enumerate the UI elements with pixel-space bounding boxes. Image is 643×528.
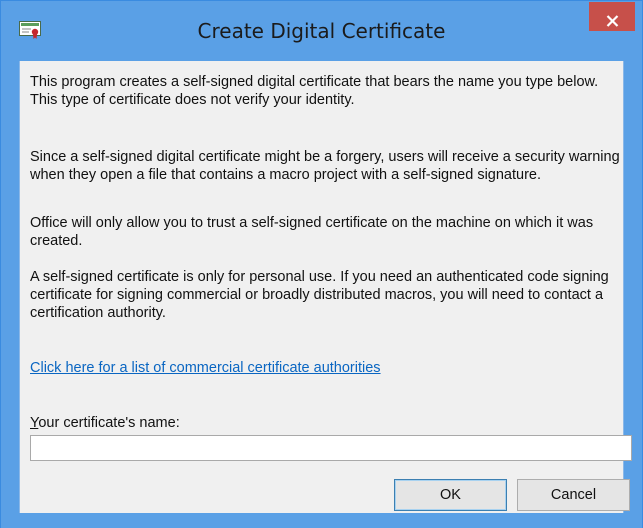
create-digital-certificate-dialog: Create Digital Certificate This program … xyxy=(0,0,643,528)
personal-use-paragraph: A self-signed certificate is only for pe… xyxy=(30,269,609,321)
certificate-name-label: Your certificate's name: xyxy=(30,414,180,432)
trust-paragraph: Office will only allow you to trust a se… xyxy=(30,215,594,249)
cancel-button[interactable]: Cancel xyxy=(517,479,630,511)
close-icon xyxy=(606,14,618,27)
window-title: Create Digital Certificate xyxy=(197,19,446,43)
title-bar[interactable]: Create Digital Certificate xyxy=(1,1,642,61)
ok-button[interactable]: OK xyxy=(394,479,507,511)
certificate-authorities-link[interactable]: Click here for a list of commercial cert… xyxy=(30,359,381,377)
dialog-body: This program creates a self-signed digit… xyxy=(19,61,632,513)
window-frame-bottom xyxy=(1,513,642,528)
forgery-warning-paragraph: Since a self-signed digital certificate … xyxy=(30,149,620,183)
window-frame-left xyxy=(1,61,19,528)
intro-paragraph: This program creates a self-signed digit… xyxy=(30,74,599,108)
certificate-name-label-text: our certificate's name: xyxy=(38,415,180,431)
close-button[interactable] xyxy=(589,2,635,31)
certificate-name-input[interactable] xyxy=(30,435,632,461)
